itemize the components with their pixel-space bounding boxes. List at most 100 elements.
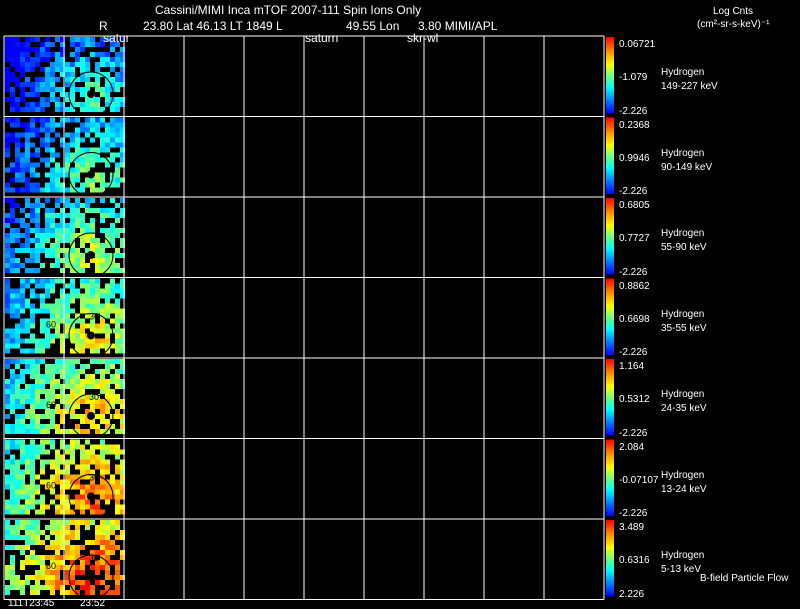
heatmap-cell (65, 107, 70, 112)
heatmap-cell (110, 278, 115, 284)
heatmap-cell (95, 258, 100, 263)
heatmap-cell (40, 137, 45, 143)
heatmap-cell (30, 555, 35, 560)
heatmap-cell (50, 67, 55, 72)
colorbar-max-label: 1.164 (619, 361, 645, 372)
heatmap-cell (25, 258, 30, 263)
heatmap-cell (75, 369, 80, 374)
heatmap-cell (95, 117, 100, 123)
heatmap-cell (70, 545, 75, 550)
heatmap-cell (10, 469, 15, 475)
colorbar-max-label: 0.8862 (619, 280, 650, 292)
heatmap-cell (15, 263, 20, 268)
heatmap-cell (50, 127, 55, 133)
heatmap-cell (25, 359, 30, 364)
heatmap-cell (20, 52, 25, 57)
heatmap-cell (65, 504, 70, 510)
heatmap-cell (65, 283, 70, 289)
heatmap-cell (105, 459, 110, 465)
heatmap-cell (35, 132, 40, 138)
heatmap-cell (40, 127, 45, 133)
heatmap-cell (110, 293, 115, 299)
colorbar-max-label: 2.084 (619, 441, 645, 453)
heatmap-cell (95, 459, 100, 465)
heatmap-cell (55, 424, 60, 429)
heatmap-cell (55, 474, 60, 480)
heatmap-cell (100, 182, 105, 188)
heatmap-cell (70, 308, 75, 314)
heatmap-cell (5, 283, 10, 289)
heatmap-cell (5, 42, 10, 47)
heatmap-cell (85, 520, 90, 525)
heatmap-cell (50, 92, 55, 97)
heatmap-cell (35, 182, 40, 188)
colorbar-max-label: 0.06721 (619, 39, 656, 50)
heatmap-cell (75, 550, 80, 555)
heatmap-cell (40, 303, 45, 309)
heatmap-cell (80, 399, 85, 404)
heatmap-cell (20, 152, 25, 158)
heatmap-cell (30, 318, 35, 324)
heatmap-cell (95, 580, 100, 585)
heatmap-cell (45, 535, 50, 540)
heatmap-cell (25, 152, 30, 158)
heatmap-cell (10, 87, 15, 92)
heatmap-cell (110, 545, 115, 550)
heatmap-cell (105, 389, 110, 394)
heatmap-cell (95, 525, 100, 530)
heatmap-cell (20, 218, 25, 223)
heatmap-cell (15, 157, 20, 163)
heatmap-cell (30, 122, 35, 128)
heatmap-cell (25, 484, 30, 490)
heatmap-cell (65, 117, 70, 123)
heatmap-cell (85, 298, 90, 304)
heatmap-cell (45, 343, 50, 349)
heatmap-cell (105, 228, 110, 233)
heatmap-cell (80, 67, 85, 72)
heatmap-cell (80, 298, 85, 304)
heatmap-cell (35, 203, 40, 208)
heatmap-cell (105, 540, 110, 545)
heatmap-cell (80, 580, 85, 585)
heatmap-cell (15, 248, 20, 253)
heatmap-cell (45, 77, 50, 82)
heatmap-cell (80, 545, 85, 550)
heatmap-cell (40, 469, 45, 475)
heatmap-cell (25, 348, 30, 354)
heatmap-cell (70, 137, 75, 143)
heatmap-cell (55, 540, 60, 545)
heatmap-cell (85, 283, 90, 289)
heatmap-cell (35, 283, 40, 289)
heatmap-cell (5, 87, 10, 92)
image-annotation: 60 (46, 481, 56, 491)
heatmap-cell (95, 484, 100, 490)
heatmap-cell (85, 82, 90, 87)
heatmap-cell (50, 464, 55, 470)
heatmap-cell (45, 52, 50, 57)
heatmap-cell (35, 213, 40, 218)
heatmap-cell (10, 268, 15, 273)
heatmap-cell (15, 293, 20, 299)
heatmap-cell (85, 208, 90, 213)
heatmap-cell (35, 117, 40, 123)
heatmap-cell (75, 570, 80, 575)
heatmap-cell (100, 399, 105, 404)
heatmap-cell (20, 62, 25, 67)
heatmap-cell (75, 42, 80, 47)
heatmap-cell (5, 293, 10, 299)
row-energy-label: 24-35 keV (661, 403, 707, 414)
heatmap-cell (65, 323, 70, 329)
heatmap-cell (105, 545, 110, 550)
heatmap-cell (35, 555, 40, 560)
heatmap-cell (80, 469, 85, 475)
heatmap-cell (105, 469, 110, 475)
heatmap-cell (35, 359, 40, 364)
heatmap-cell (25, 328, 30, 334)
heatmap-cell (100, 535, 105, 540)
heatmap-cell (30, 560, 35, 565)
target-label-3: skr-wl (407, 31, 439, 45)
heatmap-cell (115, 233, 120, 238)
heatmap-cell (25, 203, 30, 208)
heatmap-cell (20, 585, 25, 590)
heatmap-cell (95, 338, 100, 344)
